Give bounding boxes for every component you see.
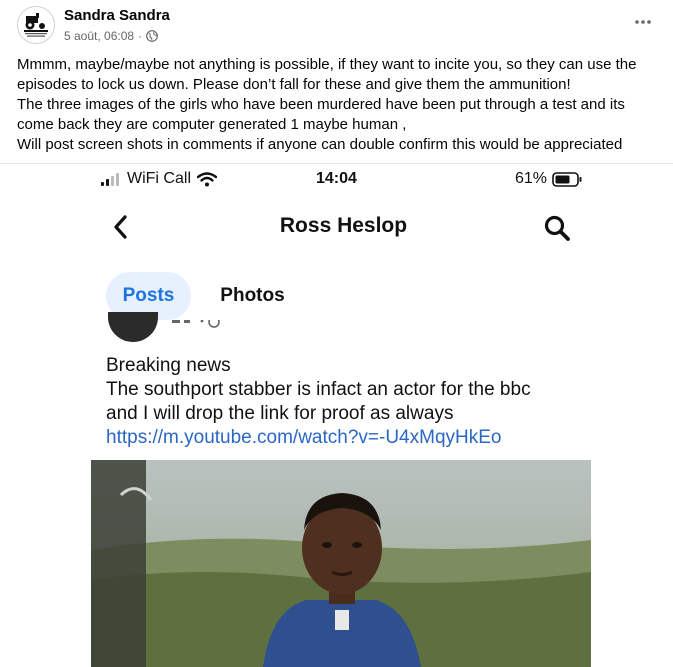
youtube-link[interactable]: https://m.youtube.com/watch?v=-U4xMqyHkE… bbox=[106, 426, 626, 450]
video-thumbnail[interactable] bbox=[91, 460, 591, 667]
meta-separator: · bbox=[138, 29, 143, 43]
search-button[interactable] bbox=[543, 214, 571, 247]
inner-post-text: Breaking news The southport stabber is i… bbox=[106, 354, 626, 450]
battery-percent: 61% bbox=[515, 170, 548, 187]
clipped-meta-icon bbox=[172, 316, 220, 328]
wifi-icon bbox=[197, 171, 217, 186]
battery-info: 61% bbox=[515, 170, 582, 188]
post-date[interactable]: 5 août, 06:08 bbox=[64, 29, 134, 43]
inner-post-line: Breaking news bbox=[106, 355, 231, 376]
tab-photos[interactable]: Photos bbox=[205, 272, 300, 320]
inner-post-line: The southport stabber is infact an actor… bbox=[106, 379, 531, 400]
carrier-label: WiFi Call bbox=[127, 170, 191, 187]
battery-icon bbox=[552, 171, 582, 187]
inner-post-meta bbox=[172, 316, 232, 337]
author-avatar[interactable] bbox=[17, 6, 55, 44]
more-icon bbox=[635, 20, 651, 24]
carrier-info: WiFi Call bbox=[101, 170, 217, 188]
profile-nav-bar: Ross Heslop bbox=[0, 210, 673, 244]
post-paragraph: The three images of the girls who have b… bbox=[17, 96, 625, 133]
post-paragraph: Mmmm, maybe/maybe not anything is possib… bbox=[17, 56, 637, 93]
globe-icon bbox=[146, 30, 158, 42]
profile-tabs: Posts Photos bbox=[0, 272, 673, 322]
video-frame-image bbox=[91, 460, 591, 667]
search-icon bbox=[544, 215, 570, 241]
inner-post-line: and I will drop the link for proof as al… bbox=[106, 403, 454, 424]
profile-title: Ross Heslop bbox=[279, 214, 408, 237]
more-options-button[interactable] bbox=[631, 10, 655, 34]
tractor-logo-icon bbox=[24, 13, 48, 37]
author-name[interactable]: Sandra Sandra bbox=[64, 7, 170, 24]
signal-icon bbox=[101, 173, 119, 186]
post-meta: 5 août, 06:08 · bbox=[64, 29, 158, 43]
post-body: Mmmm, maybe/maybe not anything is possib… bbox=[17, 55, 662, 155]
post-paragraph: Will post screen shots in comments if an… bbox=[17, 136, 623, 153]
status-time: 14:04 bbox=[316, 170, 357, 187]
phone-status-bar: WiFi Call 14:04 61% bbox=[0, 170, 673, 190]
post-header: Sandra Sandra 5 août, 06:08 · bbox=[0, 0, 673, 52]
